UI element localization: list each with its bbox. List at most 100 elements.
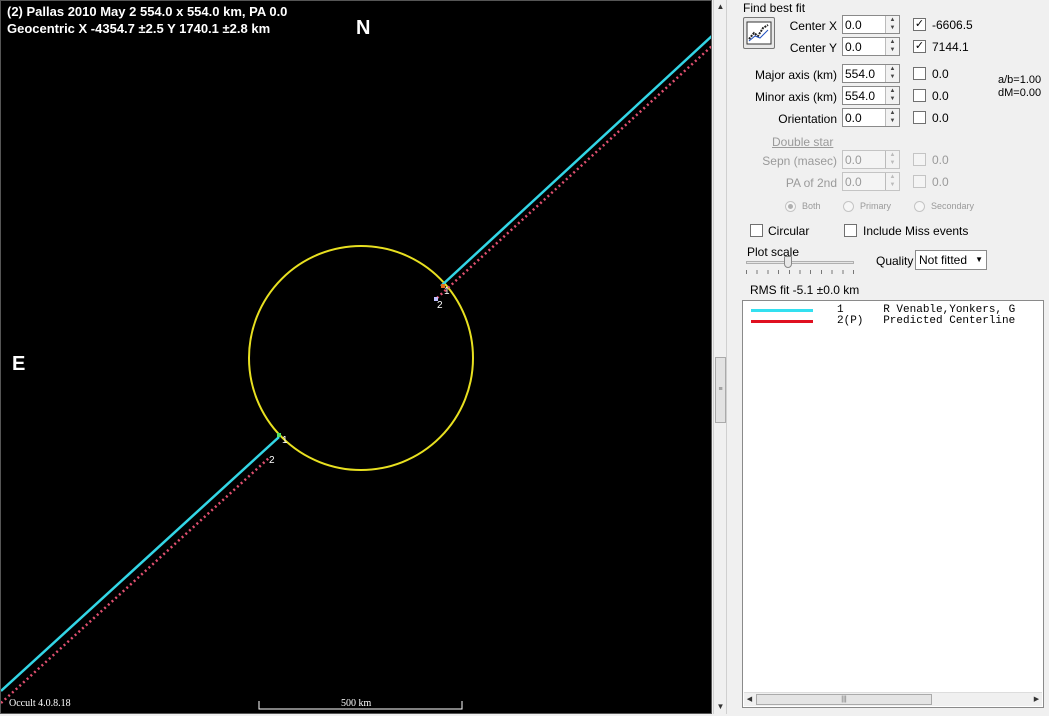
include-miss-checkbox[interactable] [844, 224, 857, 237]
center-y-value[interactable]: 0.0 [845, 40, 862, 54]
include-miss-label: Include Miss events [863, 224, 969, 238]
chevron-down-icon: ▼ [975, 255, 983, 264]
separation-result: 0.0 [932, 153, 949, 167]
radio-both[interactable]: Both [785, 201, 821, 213]
plot-vertical-scrollbar[interactable]: ▲ ≡ ▼ [713, 0, 727, 714]
chevron-down-icon[interactable]: ▼ [886, 159, 899, 167]
chevron-up-icon[interactable]: ▲ [886, 173, 899, 181]
find-best-fit-title: Find best fit [743, 1, 806, 15]
pa-second-value[interactable]: 0.0 [845, 175, 862, 189]
separation-spinner[interactable]: 0.0 ▲ ▼ [842, 150, 900, 169]
minor-axis-label: Minor axis (km) [754, 90, 837, 104]
spinner-arrows[interactable]: ▲ ▼ [885, 109, 899, 126]
plot-title-line-1: (2) Pallas 2010 May 2 554.0 x 554.0 km, … [7, 4, 288, 19]
chord-legend-list[interactable]: 1 R Venable,Yonkers, G 2(P) Predicted Ce… [742, 300, 1044, 708]
separation-value[interactable]: 0.0 [845, 153, 862, 167]
chevron-down-icon[interactable]: ▼ [886, 46, 899, 54]
orientation-checkbox[interactable] [913, 111, 926, 124]
spinner-arrows[interactable]: ▲ ▼ [885, 173, 899, 190]
orientation-value[interactable]: 0.0 [845, 111, 862, 125]
plot-title-line-2: Geocentric X -4354.7 ±2.5 Y 1740.1 ±2.8 … [7, 21, 271, 36]
orientation-spinner[interactable]: 0.0 ▲ ▼ [842, 108, 900, 127]
chord-1-observed-upper [440, 35, 711, 287]
center-x-label: Center X [789, 19, 837, 33]
chord-label: 2 [269, 455, 275, 466]
spinner-arrows[interactable]: ▲ ▼ [885, 65, 899, 82]
center-y-result: 7144.1 [932, 40, 969, 54]
scroll-thumb[interactable]: ≡ [715, 357, 726, 423]
center-y-checkbox[interactable]: ✓ [913, 40, 926, 53]
chord-label: 1 [444, 286, 450, 297]
pa-second-label: PA of 2nd [785, 176, 837, 190]
chord-2-predicted-upper [436, 45, 711, 299]
circular-checkbox[interactable] [750, 224, 763, 237]
radio-primary-label: Primary [860, 201, 891, 211]
radio-secondary[interactable]: Secondary [914, 201, 974, 213]
minor-axis-spinner[interactable]: 554.0 ▲ ▼ [842, 86, 900, 105]
spinner-arrows[interactable]: ▲ ▼ [885, 38, 899, 55]
slider-thumb[interactable] [784, 256, 792, 268]
scroll-up-arrow-icon[interactable]: ▲ [715, 1, 726, 13]
spinner-arrows[interactable]: ▲ ▼ [885, 151, 899, 168]
chevron-up-icon[interactable]: ▲ [886, 87, 899, 95]
rms-fit-label: RMS fit -5.1 ±0.0 km [750, 283, 860, 297]
minor-axis-result: 0.0 [932, 89, 949, 103]
chevron-up-icon[interactable]: ▲ [886, 38, 899, 46]
separation-label: Sepn (masec) [762, 154, 837, 168]
list-item[interactable]: 2(P) Predicted Centerline [743, 315, 1043, 328]
circular-label: Circular [768, 224, 810, 238]
chevron-down-icon[interactable]: ▼ [886, 181, 899, 189]
pa-second-spinner[interactable]: 0.0 ▲ ▼ [842, 172, 900, 191]
slider-ticks [746, 270, 854, 274]
radio-primary[interactable]: Primary [843, 201, 891, 213]
minor-axis-value[interactable]: 554.0 [845, 89, 875, 103]
chevron-up-icon[interactable]: ▲ [886, 109, 899, 117]
major-axis-label: Major axis (km) [754, 68, 837, 82]
scroll-down-arrow-icon[interactable]: ▼ [715, 701, 726, 713]
axis-ratio: a/b=1.00 [998, 74, 1042, 86]
version-label: Occult 4.0.8.18 [9, 698, 71, 709]
center-x-spinner[interactable]: 0.0 ▲ ▼ [842, 15, 900, 34]
chord-2-predicted [1, 456, 271, 704]
scroll-thumb[interactable]: ||| [756, 694, 932, 705]
chord-1-event-marker [277, 433, 281, 437]
scale-label: 500 km [341, 698, 372, 709]
chord-1-observed [1, 436, 280, 692]
pa-second-checkbox[interactable] [913, 175, 926, 188]
pa-second-result: 0.0 [932, 175, 949, 189]
find-fit-button[interactable] [743, 17, 775, 49]
chevron-down-icon[interactable]: ▼ [886, 24, 899, 32]
chevron-up-icon[interactable]: ▲ [886, 16, 899, 24]
chevron-down-icon[interactable]: ▼ [886, 73, 899, 81]
separation-checkbox[interactable] [913, 153, 926, 166]
minor-axis-checkbox[interactable] [913, 89, 926, 102]
scroll-left-arrow-icon[interactable]: ◀ [744, 694, 755, 705]
spinner-arrows[interactable]: ▲ ▼ [885, 16, 899, 33]
chevron-down-icon[interactable]: ▼ [886, 95, 899, 103]
major-axis-checkbox[interactable] [913, 67, 926, 80]
legend-swatch [751, 320, 813, 323]
chevron-up-icon[interactable]: ▲ [886, 151, 899, 159]
east-label: E [12, 353, 26, 375]
major-axis-result: 0.0 [932, 67, 949, 81]
center-x-value[interactable]: 0.0 [845, 18, 862, 32]
plot-scale-slider[interactable] [746, 256, 854, 276]
chevron-up-icon[interactable]: ▲ [886, 65, 899, 73]
double-star-link[interactable]: Double star [772, 135, 833, 149]
spinner-arrows[interactable]: ▲ ▼ [885, 87, 899, 104]
center-x-checkbox[interactable]: ✓ [913, 18, 926, 31]
occultation-plot[interactable]: (2) Pallas 2010 May 2 554.0 x 554.0 km, … [0, 0, 712, 714]
major-axis-spinner[interactable]: 554.0 ▲ ▼ [842, 64, 900, 83]
quality-dropdown[interactable]: Not fitted ▼ [915, 250, 987, 270]
chevron-down-icon[interactable]: ▼ [886, 117, 899, 125]
quality-label: Quality [876, 254, 914, 268]
north-label: N [356, 17, 371, 39]
fit-panel: Find best fit Center X 0.0 ▲ ▼ ✓ -6606.5 … [733, 0, 1049, 716]
scroll-right-arrow-icon[interactable]: ▶ [1031, 694, 1042, 705]
major-axis-value[interactable]: 554.0 [845, 67, 875, 81]
center-y-spinner[interactable]: 0.0 ▲ ▼ [842, 37, 900, 56]
legend-horizontal-scrollbar[interactable]: ◀ ||| ▶ [744, 692, 1042, 706]
radio-dot-icon [914, 201, 925, 213]
radio-both-label: Both [802, 201, 821, 211]
center-y-label: Center Y [789, 41, 837, 55]
